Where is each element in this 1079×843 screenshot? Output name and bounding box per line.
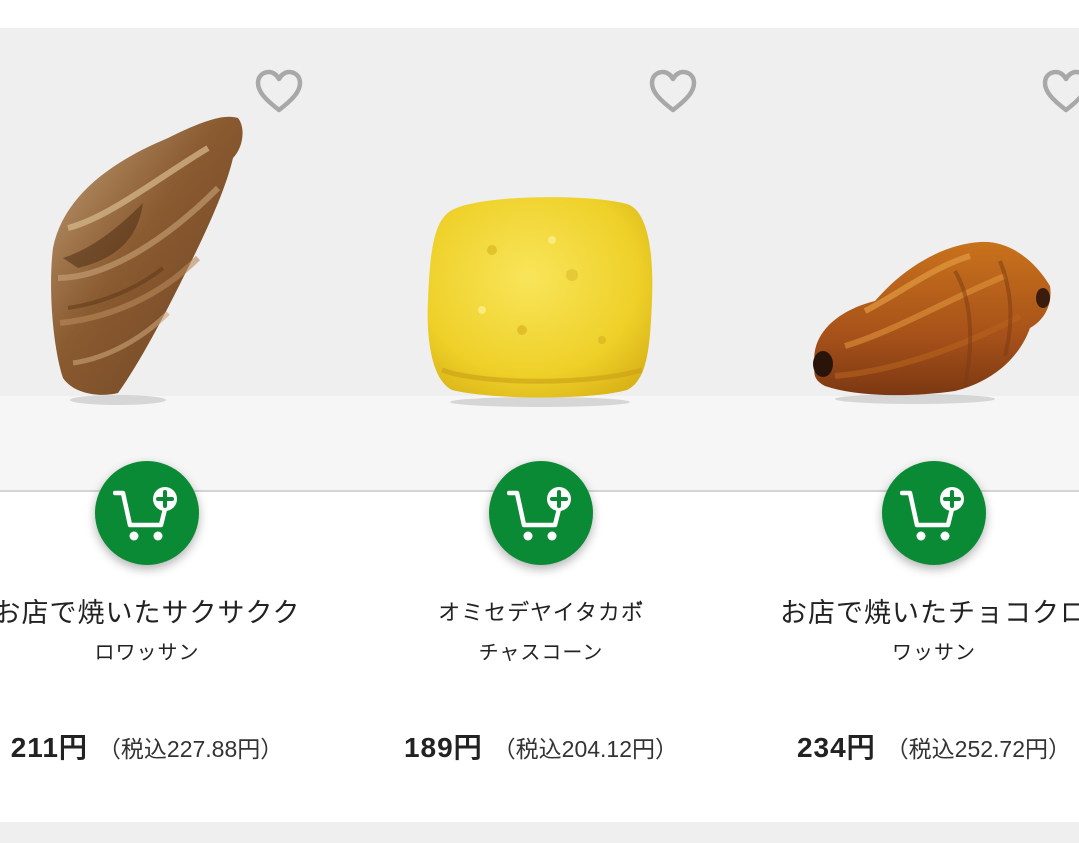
- favorite-heart-icon[interactable]: [254, 68, 304, 114]
- product-name[interactable]: オミセデ゙ヤイタカボ゙ チャスコーン: [344, 594, 738, 670]
- price: 234円: [796, 732, 876, 763]
- price-including-tax: （税込204.12円）: [492, 736, 679, 762]
- product-name-line2: ロワッサン: [94, 640, 200, 664]
- cart-plus-icon: [507, 487, 571, 541]
- add-to-cart-button[interactable]: [882, 461, 986, 565]
- product-name[interactable]: お店で焼いたサクサクク ロワッサン: [0, 594, 344, 670]
- price-including-tax: （税込227.88円）: [97, 736, 284, 762]
- favorite-heart-icon[interactable]: [1041, 68, 1079, 114]
- price-including-tax: （税込252.72円）: [885, 736, 1072, 762]
- add-to-cart-button[interactable]: [95, 461, 199, 565]
- price: 189円: [403, 732, 483, 763]
- product-card[interactable]: お店で焼いたサクサクク ロワッサン 211円 （税込227.88円）: [0, 28, 344, 822]
- product-name-line2: チャスコーン: [478, 640, 604, 664]
- chocolate-croissant-image: [805, 236, 1055, 406]
- product-name-line1: お店で焼いたチョコクロ: [780, 598, 1079, 629]
- product-card[interactable]: オミセデ゙ヤイタカボ゙ チャスコーン 189円 （税込204.12円）: [344, 28, 738, 822]
- price: 211円: [10, 732, 88, 763]
- product-name-line1: お店で焼いたサクサクク: [0, 598, 301, 629]
- price-line: 211円 （税込227.88円）: [0, 726, 344, 766]
- cart-plus-icon: [900, 487, 964, 541]
- scone-image: [422, 190, 662, 410]
- product-card[interactable]: お店で焼いたチョコクロ ワッサン 234円 （税込252.72円）: [737, 28, 1079, 822]
- product-name-line1: オミセデ゙ヤイタカボ゙: [438, 601, 644, 626]
- product-name-line2: ワッサン: [892, 640, 976, 664]
- croissant-image: [48, 108, 248, 408]
- price-line: 234円 （税込252.72円）: [737, 726, 1079, 766]
- product-name[interactable]: お店で焼いたチョコクロ ワッサン: [737, 594, 1079, 670]
- price-line: 189円 （税込204.12円）: [344, 726, 738, 766]
- cart-plus-icon: [113, 487, 177, 541]
- top-spacer: [0, 0, 1079, 28]
- favorite-heart-icon[interactable]: [648, 68, 698, 114]
- add-to-cart-button[interactable]: [489, 461, 593, 565]
- bottom-section-divider: [0, 822, 1079, 843]
